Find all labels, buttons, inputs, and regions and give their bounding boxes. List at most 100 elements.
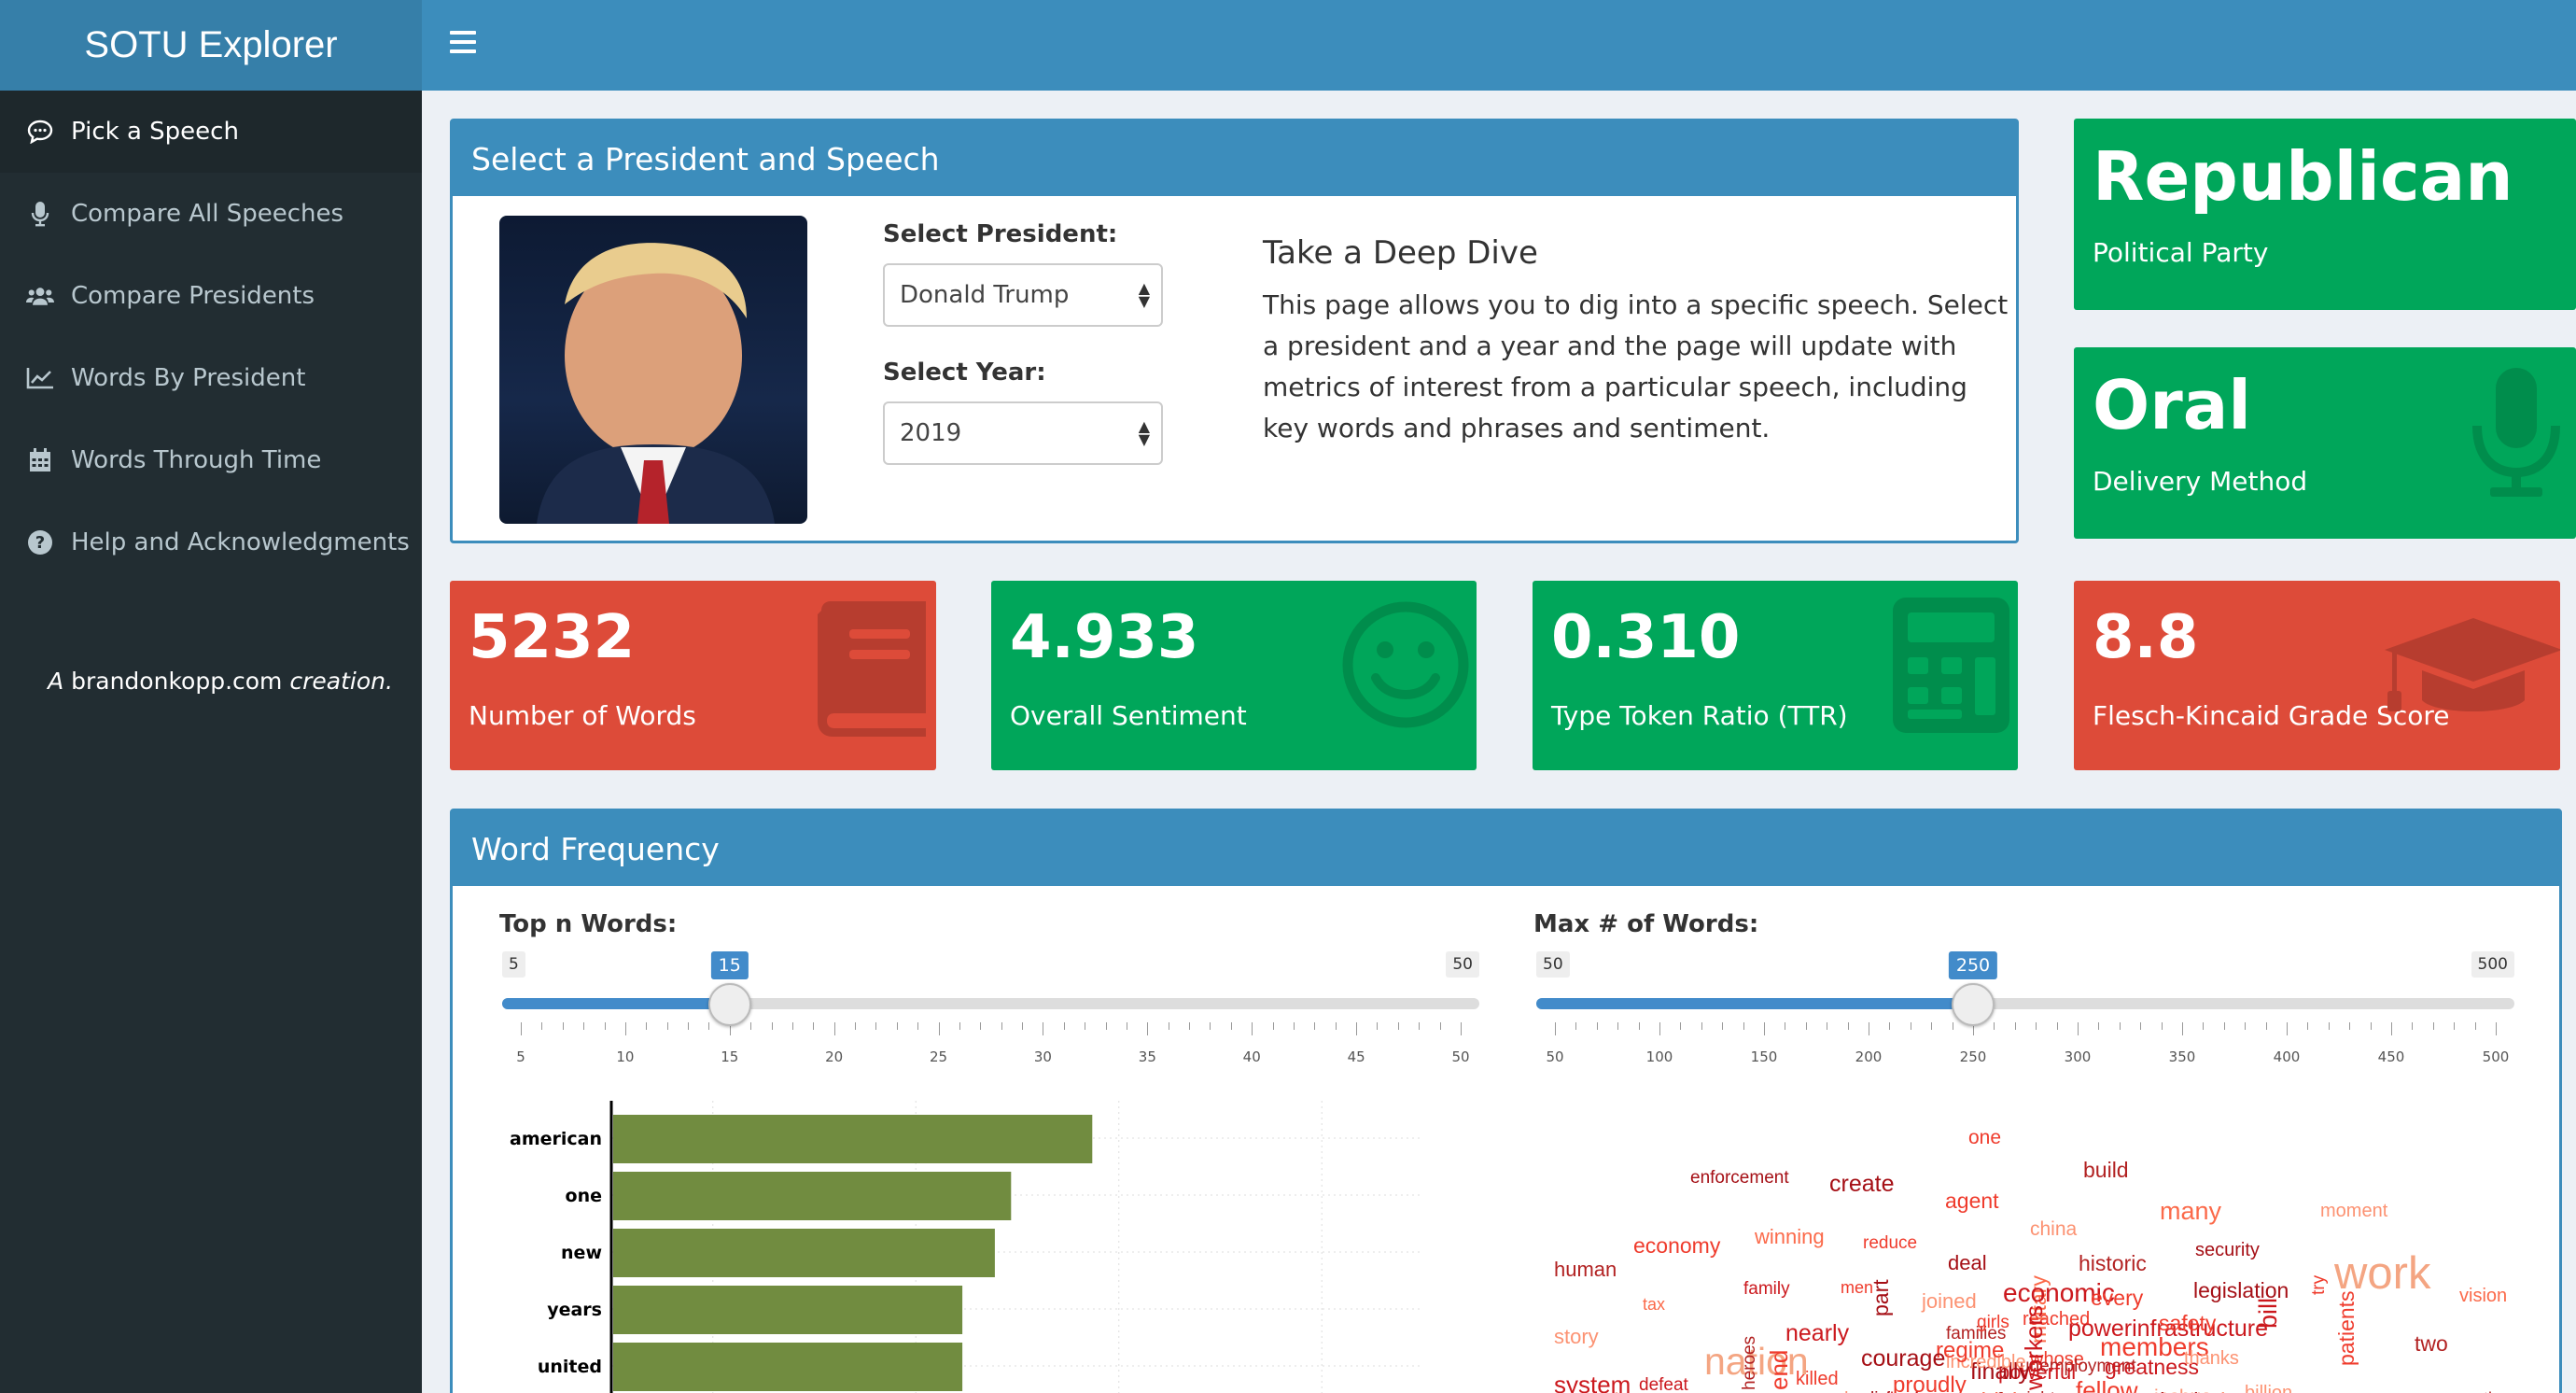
max-words-tick-label: 350 bbox=[2168, 1048, 2196, 1065]
top-n-words-tick bbox=[1335, 1022, 1337, 1030]
sidebar-item-help[interactable]: ? Help and Acknowledgments bbox=[0, 501, 422, 584]
max-words-tick bbox=[2161, 1022, 2163, 1030]
max-words-slider[interactable]: 50 500 250 50 100 150 200 250 300 350 400 450 500 bbox=[1536, 951, 2514, 1065]
graduation-cap-icon bbox=[2385, 618, 2560, 725]
top-n-words-tick bbox=[624, 1022, 626, 1035]
max-words-tick bbox=[2307, 1022, 2309, 1030]
delivery-value: Oral bbox=[2093, 366, 2251, 444]
deep-dive-description: This page allows you to dig into a speci… bbox=[1263, 289, 2009, 443]
word-cloud-word: deal bbox=[1948, 1251, 1987, 1274]
max-words-tick-label: 50 bbox=[1546, 1048, 1564, 1065]
grade-value: 8.8 bbox=[2093, 603, 2199, 672]
max-words-label: Max # of Words: bbox=[1533, 910, 1759, 938]
max-words-tick bbox=[2014, 1022, 2016, 1030]
word-cloud-word: agent bbox=[1945, 1189, 1999, 1213]
max-words-tick bbox=[2287, 1022, 2288, 1035]
max-words-tick bbox=[1555, 1022, 1556, 1035]
credit-link[interactable]: brandonkopp.com bbox=[71, 668, 282, 695]
sidebar-item-compare-presidents[interactable]: Compare Presidents bbox=[0, 255, 422, 337]
max-words-handle[interactable] bbox=[1952, 983, 1995, 1026]
top-n-words-tick bbox=[583, 1022, 585, 1030]
credit-text: A brandonkopp.com creation. bbox=[0, 668, 422, 695]
question-circle-icon: ? bbox=[26, 528, 54, 556]
top-n-words-tick bbox=[1147, 1022, 1149, 1035]
top-n-words-tick bbox=[1063, 1022, 1065, 1030]
words-value-box: 5232 Number of Words bbox=[450, 581, 936, 770]
sidebar-item-words-through-time[interactable]: Words Through Time bbox=[0, 419, 422, 501]
bar-years bbox=[613, 1286, 963, 1334]
top-n-words-handle[interactable] bbox=[707, 983, 751, 1026]
max-words-tick bbox=[2245, 1022, 2247, 1030]
max-words-tick bbox=[1701, 1022, 1702, 1030]
sentiment-value: 4.933 bbox=[1010, 603, 1199, 672]
top-n-words-tick-label: 40 bbox=[1242, 1048, 1261, 1065]
select-president-label: Select President: bbox=[883, 220, 1118, 248]
word-cloud-word: many bbox=[2160, 1197, 2222, 1225]
year-select[interactable]: 2019 ▲ ▼ bbox=[883, 401, 1163, 465]
word-cloud-word: china bbox=[2030, 1218, 2078, 1240]
max-words-tick bbox=[2454, 1022, 2456, 1030]
words-label: Number of Words bbox=[469, 700, 696, 731]
top-n-words-tick bbox=[1272, 1022, 1274, 1030]
max-words-tick-label: 400 bbox=[2273, 1048, 2301, 1065]
top-n-words-tick bbox=[1314, 1022, 1316, 1030]
microphone-icon bbox=[2470, 368, 2563, 507]
sidebar-item-label: Pick a Speech bbox=[71, 118, 239, 146]
max-words-tick-label: 200 bbox=[1855, 1048, 1883, 1065]
word-cloud-word: family bbox=[1743, 1279, 1790, 1299]
max-words-tick bbox=[1680, 1022, 1682, 1030]
sidebar-item-label: Compare All Speeches bbox=[71, 200, 344, 228]
party-value-box: Republican Political Party bbox=[2074, 119, 2576, 310]
top-n-words-slider[interactable]: 5 50 15 5 10 15 20 25 30 35 40 45 50 bbox=[502, 951, 1479, 1065]
top-n-words-tick-label: 10 bbox=[616, 1048, 635, 1065]
bar-label: years bbox=[547, 1300, 602, 1320]
microphone-icon bbox=[26, 200, 54, 228]
word-cloud-word: enforcement bbox=[1690, 1168, 1789, 1188]
max-words-min-label: 50 bbox=[1536, 951, 1570, 978]
word-frequency-bar-chart: american one new years united bbox=[510, 1101, 1423, 1393]
sidebar-item-label: Compare Presidents bbox=[71, 282, 315, 310]
top-n-words-max-label: 50 bbox=[1446, 951, 1479, 978]
top-n-words-min-label: 5 bbox=[502, 951, 525, 978]
word-cloud-word: try bbox=[2309, 1274, 2329, 1295]
bar-american bbox=[613, 1115, 1093, 1163]
bar-label: american bbox=[510, 1129, 602, 1149]
president-select[interactable]: Donald Trump ▲ ▼ bbox=[883, 263, 1163, 327]
sidebar-item-pick-a-speech[interactable]: Pick a Speech bbox=[0, 91, 422, 173]
credit-prefix: A bbox=[48, 668, 72, 695]
top-n-words-tick bbox=[959, 1022, 960, 1030]
top-n-words-tick bbox=[855, 1022, 857, 1030]
top-n-words-tick bbox=[666, 1022, 668, 1030]
top-n-words-tick bbox=[791, 1022, 793, 1030]
word-cloud-word: thanks bbox=[2184, 1348, 2239, 1369]
top-n-words-tick bbox=[708, 1022, 710, 1030]
word-cloud-word: bill bbox=[2254, 1297, 2282, 1329]
max-words-fill bbox=[1536, 998, 1973, 1009]
sidebar-toggle-icon[interactable] bbox=[450, 31, 476, 57]
word-cloud-word: two bbox=[2415, 1331, 2448, 1356]
sidebar-item-words-by-president[interactable]: Words By President bbox=[0, 337, 422, 419]
max-words-tick bbox=[2182, 1022, 2183, 1035]
top-n-words-tick bbox=[1022, 1022, 1024, 1030]
president-select-value: Donald Trump bbox=[900, 281, 1070, 309]
max-words-tick bbox=[2078, 1022, 2079, 1035]
word-cloud-word: every bbox=[2091, 1286, 2144, 1310]
sidebar-item-compare-all-speeches[interactable]: Compare All Speeches bbox=[0, 173, 422, 255]
president-portrait bbox=[499, 216, 807, 524]
word-cloud-word: build bbox=[2083, 1158, 2129, 1182]
max-words-max-label: 500 bbox=[2471, 951, 2514, 978]
sidebar-item-label: Help and Acknowledgments bbox=[71, 528, 410, 556]
word-cloud-word: historic bbox=[2079, 1251, 2147, 1275]
app-logo[interactable]: SOTU Explorer bbox=[0, 0, 422, 91]
max-words-current-value: 250 bbox=[1948, 951, 1998, 979]
word-cloud-word: one bbox=[1968, 1127, 2002, 1148]
sentiment-label: Overall Sentiment bbox=[1010, 700, 1247, 731]
max-words-tick-label: 500 bbox=[2482, 1048, 2510, 1065]
top-n-words-tick bbox=[1356, 1022, 1358, 1035]
max-words-tick bbox=[2265, 1022, 2267, 1030]
max-words-tick bbox=[2119, 1022, 2121, 1030]
max-words-tick bbox=[2496, 1022, 2497, 1035]
max-words-tick-label: 250 bbox=[1959, 1048, 1987, 1065]
select-year-label: Select Year: bbox=[883, 359, 1046, 387]
top-n-words-tick bbox=[1397, 1022, 1399, 1030]
